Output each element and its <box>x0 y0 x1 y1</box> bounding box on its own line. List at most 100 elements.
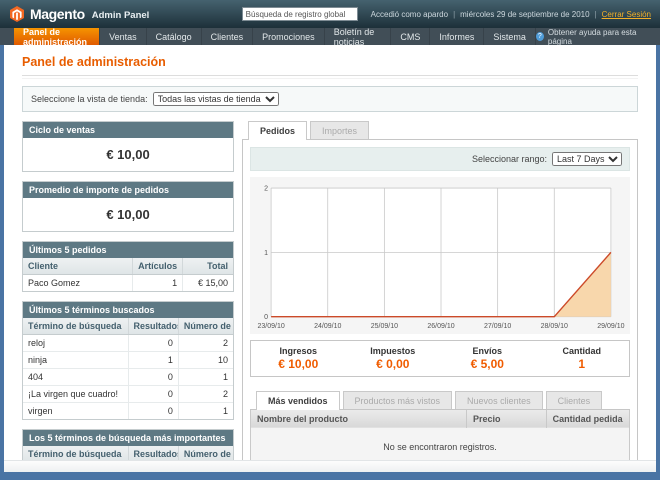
nav-item-cms[interactable]: CMS <box>391 28 430 45</box>
table-cell: 1 <box>128 352 178 369</box>
table-row: virgen01 <box>23 403 233 420</box>
table-cell: ninja <box>23 352 128 369</box>
table-cell: 404 <box>23 369 128 386</box>
grids-tabs: Más vendidosProductos más vistosNuevos c… <box>250 391 630 410</box>
table-row: ¡La virgen que cuadro!02 <box>23 386 233 403</box>
table-cell: € 15,00 <box>183 275 233 292</box>
tab-productos-mas-vistos[interactable]: Productos más vistos <box>343 391 453 409</box>
nav-item-informes[interactable]: Informes <box>430 28 484 45</box>
last-search-terms-box: Últimos 5 términos buscados Término de b… <box>22 301 234 420</box>
top-search-terms-box: Los 5 términos de búsqueda más important… <box>22 429 234 460</box>
column-header-cliente: Cliente <box>23 258 132 275</box>
help-link[interactable]: ? Obtener ayuda para esta página <box>536 28 660 45</box>
box-title: Promedio de importe de pedidos <box>23 182 233 198</box>
stat-envios: Envíos€ 5,00 <box>440 346 535 371</box>
chart-tabs: PedidosImportes <box>242 121 638 140</box>
tab-mas-vendidos[interactable]: Más vendidos <box>256 391 340 410</box>
dashboard-main: PedidosImportes Seleccionar rango: Last … <box>242 121 638 460</box>
store-view-select[interactable]: Todas las vistas de tienda <box>153 92 279 106</box>
box-title: Los 5 términos de búsqueda más important… <box>23 430 233 446</box>
totals-bar: Ingresos€ 10,00Impuestos€ 0,00Envíos€ 5,… <box>250 340 630 377</box>
orders-chart: 01223/09/1024/09/1025/09/1026/09/1027/09… <box>250 177 630 334</box>
svg-text:1: 1 <box>264 250 268 257</box>
nav-item-catalogo[interactable]: Catálogo <box>147 28 202 45</box>
nav-item-boletin-de-noticias[interactable]: Boletín de noticias <box>325 28 392 45</box>
column-header-cantidad-pedida: Cantidad pedida <box>546 409 629 428</box>
dashboard-columns: Ciclo de ventas € 10,00 Promedio de impo… <box>22 121 638 460</box>
svg-text:0: 0 <box>264 314 268 321</box>
stat-label: Cantidad <box>535 346 630 356</box>
box-title: Ciclo de ventas <box>23 122 233 138</box>
header-separator: | <box>595 10 597 19</box>
tab-importes[interactable]: Importes <box>310 121 369 139</box>
table-cell: 0 <box>128 369 178 386</box>
stat-value: € 0,00 <box>346 357 441 371</box>
table-cell: 2 <box>178 386 233 403</box>
last-orders-table: ClienteArtículosTotal Paco Gomez1€ 15,00 <box>23 258 233 291</box>
nav-item-sistema[interactable]: Sistema <box>484 28 536 45</box>
stat-value: € 5,00 <box>440 357 535 371</box>
store-view-bar: Seleccione la vista de tienda: Todas las… <box>22 86 638 112</box>
table-cell: 1 <box>178 403 233 420</box>
table-cell: 2 <box>178 335 233 352</box>
table-cell: Paco Gomez <box>23 275 132 292</box>
table-cell: 0 <box>128 403 178 420</box>
column-header-nombre-del-producto: Nombre del producto <box>251 409 467 428</box>
tab-nuevos-clientes[interactable]: Nuevos clientes <box>455 391 543 409</box>
table-cell: virgen <box>23 403 128 420</box>
stat-impuestos: Impuestos€ 0,00 <box>346 346 441 371</box>
global-search-input[interactable] <box>242 7 358 21</box>
tab-pedidos[interactable]: Pedidos <box>248 121 307 140</box>
dashboard-sidebar: Ciclo de ventas € 10,00 Promedio de impo… <box>22 121 234 460</box>
svg-text:27/09/10: 27/09/10 <box>484 323 511 330</box>
table-cell: 10 <box>178 352 233 369</box>
table-row: 40401 <box>23 369 233 386</box>
bestsellers-table: Nombre del productoPrecioCantidad pedida… <box>250 409 630 460</box>
stat-label: Ingresos <box>251 346 346 356</box>
page-content: Panel de administración Seleccione la vi… <box>4 45 656 460</box>
title-divider <box>22 75 638 79</box>
stat-ingresos: Ingresos€ 10,00 <box>251 346 346 371</box>
svg-text:28/09/10: 28/09/10 <box>541 323 568 330</box>
table-row: ninja110 <box>23 352 233 369</box>
column-header-total: Total <box>183 258 233 275</box>
range-select[interactable]: Last 7 Days <box>552 152 622 166</box>
average-orders-box: Promedio de importe de pedidos € 10,00 <box>22 181 234 232</box>
box-title: Últimos 5 términos buscados <box>23 302 233 318</box>
help-link-label: Obtener ayuda para esta página <box>548 28 650 46</box>
brand-suffix: Admin Panel <box>92 10 150 21</box>
footer-strip <box>4 460 656 472</box>
nav-item-panel-de-administracion[interactable]: Panel de administración <box>14 28 100 45</box>
header-date: miércoles 29 de septiembre de 2010 <box>460 10 589 19</box>
tab-clientes[interactable]: Clientes <box>546 391 603 409</box>
brand-logo[interactable]: Magento Admin Panel <box>9 6 149 22</box>
range-bar: Seleccionar rango: Last 7 Days <box>250 147 630 171</box>
table-cell: 0 <box>128 386 178 403</box>
svg-text:2: 2 <box>264 186 268 193</box>
logout-link[interactable]: Cerrar Sesión <box>602 10 651 19</box>
help-icon: ? <box>536 32 544 41</box>
empty-row: No se encontraron registros. <box>251 428 630 460</box>
brand-name: Magento <box>30 6 85 22</box>
table-cell: ¡La virgen que cuadro! <box>23 386 128 403</box>
range-label: Seleccionar rango: <box>472 154 547 164</box>
column-header-articulos: Artículos <box>132 258 182 275</box>
column-header-numero-de-usos: Número de usos <box>178 446 233 460</box>
table-row: Paco Gomez1€ 15,00 <box>23 275 233 292</box>
box-title: Últimos 5 pedidos <box>23 242 233 258</box>
header-separator: | <box>453 10 455 19</box>
stat-label: Impuestos <box>346 346 441 356</box>
svg-text:25/09/10: 25/09/10 <box>371 323 398 330</box>
nav-item-clientes[interactable]: Clientes <box>202 28 254 45</box>
column-header-termino-de-busqueda: Término de búsqueda <box>23 318 128 335</box>
column-header-termino-de-busqueda: Término de búsqueda <box>23 446 128 460</box>
table-cell: 1 <box>178 369 233 386</box>
table-row: reloj02 <box>23 335 233 352</box>
column-header-numero-de-usos: Número de usos <box>178 318 233 335</box>
top-search-terms-table: Término de búsquedaResultadosNúmero de u… <box>23 446 233 460</box>
column-header-resultados: Resultados <box>128 318 178 335</box>
nav-item-promociones[interactable]: Promociones <box>253 28 325 45</box>
stat-value: € 10,00 <box>251 357 346 371</box>
table-cell: 1 <box>132 275 182 292</box>
nav-item-ventas[interactable]: Ventas <box>100 28 147 45</box>
